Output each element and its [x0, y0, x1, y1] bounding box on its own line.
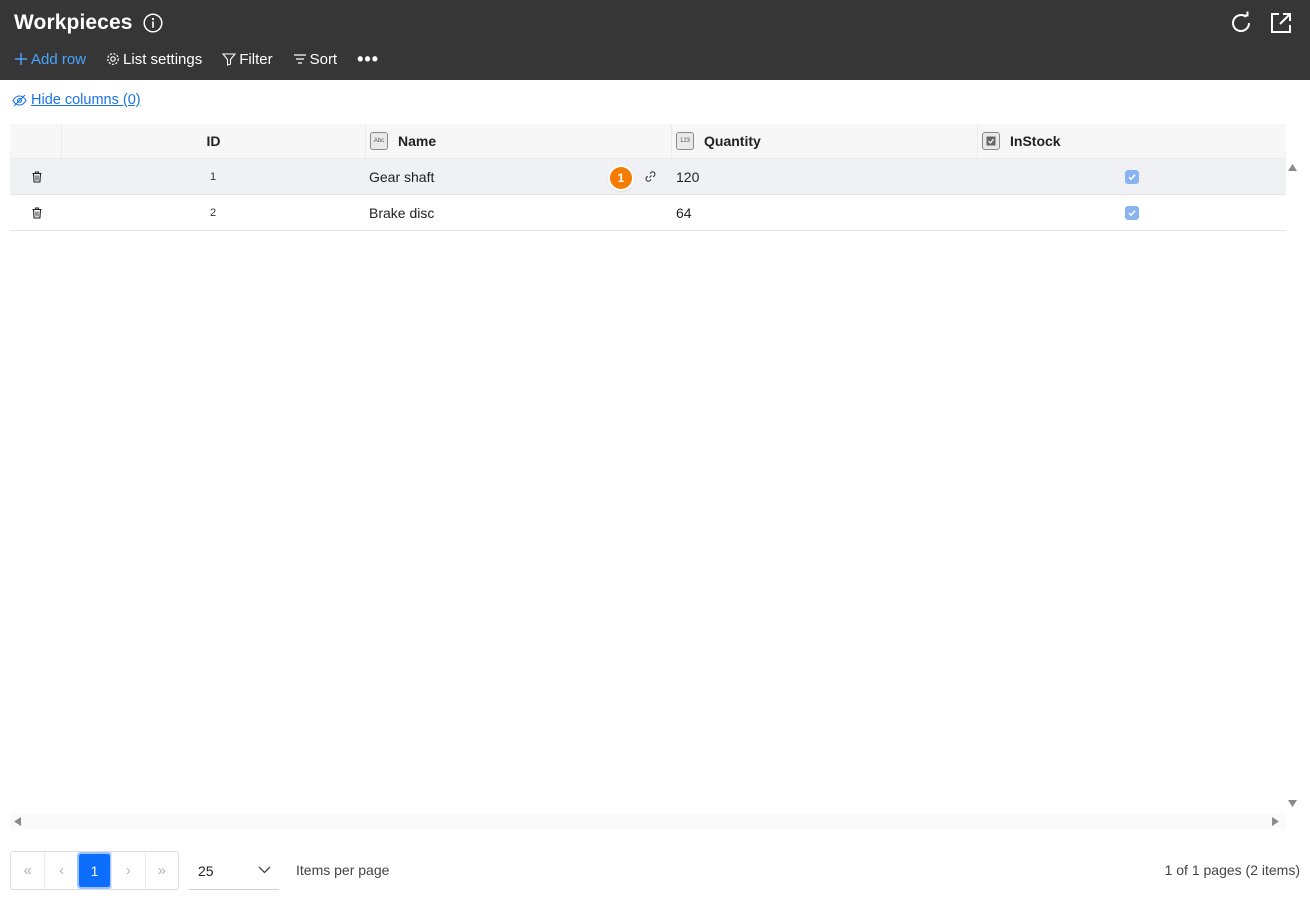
- data-grid: ID Abc Name 123 Quantity InStock 1 Gear …: [10, 124, 1286, 231]
- prev-page-button[interactable]: ‹: [44, 852, 77, 889]
- instock-checkbox[interactable]: [1124, 169, 1139, 184]
- scroll-right-arrow-icon[interactable]: [1272, 817, 1279, 826]
- column-label-name: Name: [398, 133, 437, 149]
- vertical-scrollbar[interactable]: [1286, 160, 1300, 814]
- column-label-id: ID: [206, 133, 221, 149]
- filter-button[interactable]: Filter: [222, 50, 273, 68]
- column-header-instock[interactable]: InStock: [977, 124, 1286, 158]
- list-settings-button[interactable]: List settings: [106, 51, 202, 68]
- cell-name-text: Brake disc: [369, 204, 435, 221]
- cell-id[interactable]: 1: [61, 159, 365, 194]
- number-type-icon: 123: [676, 132, 694, 150]
- list-settings-label: List settings: [123, 50, 203, 68]
- eye-slash-icon: [12, 94, 27, 106]
- table-row[interactable]: 1 Gear shaft 1 120: [10, 159, 1286, 195]
- hide-columns-link[interactable]: Hide columns (0): [12, 92, 141, 108]
- gear-icon: [107, 53, 119, 65]
- filter-icon: [222, 53, 237, 66]
- column-label-quantity: Quantity: [704, 133, 761, 149]
- title-row: Workpieces: [14, 9, 163, 37]
- delete-row-button[interactable]: [10, 159, 61, 194]
- header-actions: [1228, 10, 1294, 36]
- cell-instock[interactable]: [977, 159, 1286, 194]
- refresh-icon[interactable]: [1228, 10, 1254, 36]
- items-per-page-value: 25: [198, 862, 214, 879]
- table-row[interactable]: 2 Brake disc 64: [10, 195, 1286, 231]
- items-per-page-select[interactable]: 25: [189, 852, 279, 890]
- checkbox-type-icon: [982, 132, 1000, 150]
- add-row-button[interactable]: Add row: [14, 51, 86, 68]
- cell-name-text: Gear shaft: [369, 168, 435, 185]
- pagination-summary: 1 of 1 pages (2 items): [1164, 862, 1300, 878]
- last-page-button[interactable]: »: [144, 852, 178, 889]
- hide-columns-label: Hide columns (0): [31, 92, 141, 108]
- add-row-label: Add row: [31, 50, 87, 68]
- scroll-left-arrow-icon[interactable]: [14, 817, 21, 826]
- sort-label: Sort: [309, 50, 338, 68]
- open-external-icon[interactable]: [1268, 10, 1294, 36]
- items-per-page-label: Items per page: [296, 862, 390, 878]
- text-type-icon: Abc: [370, 132, 388, 150]
- toolbar: Add row List settings Filter Sort •••: [14, 48, 379, 70]
- scroll-down-arrow-icon[interactable]: [1288, 800, 1297, 807]
- next-page-button[interactable]: ›: [111, 852, 144, 889]
- cell-name[interactable]: Gear shaft 1: [365, 159, 671, 194]
- cell-quantity[interactable]: 64: [671, 195, 977, 230]
- info-icon[interactable]: [142, 13, 163, 33]
- sort-icon: [293, 54, 306, 64]
- more-options-button[interactable]: •••: [357, 50, 379, 68]
- header-actions-cell: [10, 124, 61, 158]
- notification-badge[interactable]: 1: [610, 167, 632, 189]
- instock-checkbox[interactable]: [1124, 205, 1139, 220]
- column-label-instock: InStock: [1010, 133, 1061, 149]
- pagination: « ‹ 1 › »: [10, 851, 179, 890]
- link-icon[interactable]: [644, 170, 657, 183]
- delete-row-button[interactable]: [10, 195, 61, 230]
- plus-icon: [15, 53, 27, 65]
- cell-name[interactable]: Brake disc: [365, 195, 671, 230]
- trash-icon: [32, 170, 41, 183]
- check-icon: [1127, 209, 1136, 216]
- filter-label: Filter: [239, 50, 273, 68]
- grid-header: ID Abc Name 123 Quantity InStock: [10, 124, 1286, 159]
- scroll-up-arrow-icon[interactable]: [1288, 164, 1297, 171]
- horizontal-scrollbar[interactable]: [10, 813, 1286, 829]
- page-title: Workpieces: [14, 11, 133, 34]
- check-icon: [1127, 173, 1136, 180]
- cell-id[interactable]: 2: [61, 195, 365, 230]
- app-header: Workpieces Add row List settings Filter …: [0, 0, 1310, 80]
- column-header-quantity[interactable]: 123 Quantity: [671, 124, 977, 158]
- chevron-down-icon: [258, 866, 271, 874]
- cell-instock[interactable]: [977, 195, 1286, 230]
- cell-quantity[interactable]: 120: [671, 159, 977, 194]
- first-page-button[interactable]: «: [11, 852, 44, 889]
- column-header-id[interactable]: ID: [61, 124, 365, 158]
- sort-button[interactable]: Sort: [293, 50, 338, 68]
- trash-icon: [32, 206, 41, 219]
- page-button-current[interactable]: 1: [76, 852, 113, 889]
- column-header-name[interactable]: Abc Name: [365, 124, 671, 158]
